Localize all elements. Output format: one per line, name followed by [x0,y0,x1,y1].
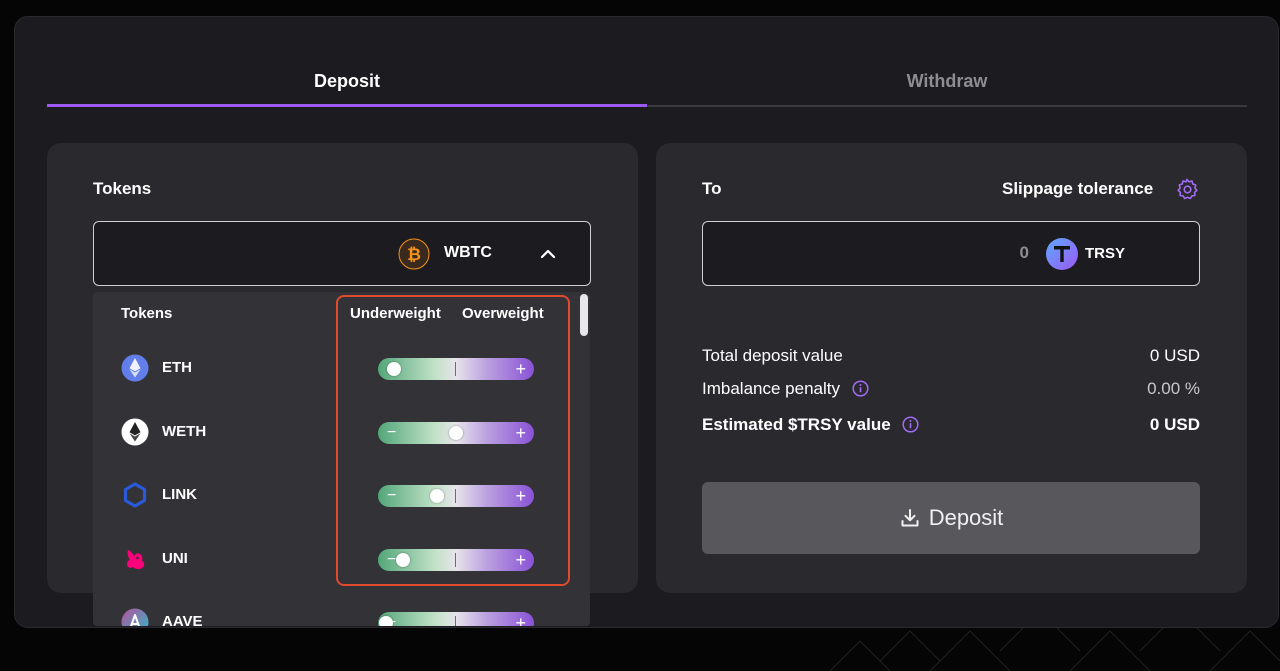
info-icon[interactable] [902,416,919,433]
imbalance-penalty-value: 0.00 % [1147,379,1200,398]
token-symbol: WETH [162,423,207,440]
tab-bar: Deposit Withdraw [47,67,1247,109]
download-icon [901,509,919,527]
ethereum-icon [121,354,149,382]
chevron-up-icon[interactable] [540,246,556,262]
token-row[interactable]: AAVE − + [93,602,590,626]
weth-icon [121,418,149,446]
uniswap-icon [127,550,145,570]
to-card: To Slippage tolerance 0 TRSY Total depos… [656,143,1247,593]
estimated-value-value: 0 USD [1149,415,1200,434]
dropdown-tokens-header: Tokens [121,305,173,322]
weight-controls-highlight [336,295,570,586]
to-amount-box[interactable]: 0 TRSY [702,221,1200,286]
deposit-button-label: Deposit [928,505,1004,530]
chainlink-icon [123,482,147,508]
tab-deposit[interactable]: Deposit [47,67,647,109]
slider-midpoint [455,616,456,626]
plus-icon[interactable]: + [515,614,526,626]
active-tab-indicator [47,104,647,107]
selected-token-symbol: WBTC [444,244,492,261]
total-deposit-label: Total deposit value [702,346,843,365]
trsy-icon [1046,238,1078,270]
token-symbol: LINK [162,486,197,503]
total-deposit-row: Total deposit value 0 USD [702,346,1200,366]
weight-slider[interactable]: − + [378,612,534,626]
info-icon[interactable] [852,380,869,397]
token-symbol: UNI [162,550,188,567]
token-selector[interactable]: ₿ WBTC [93,221,591,286]
to-token-symbol: TRSY [1085,245,1126,262]
token-symbol: ETH [162,359,192,376]
total-deposit-value: 0 USD [1149,346,1200,365]
slider-knob[interactable] [379,616,393,626]
estimated-value-row: Estimated $TRSY value 0 USD [702,415,1200,435]
to-label: To [702,179,722,198]
slippage-label: Slippage tolerance [1002,179,1154,198]
dropdown-scrollbar[interactable] [580,294,588,336]
gear-icon[interactable] [1175,177,1199,201]
token-symbol: AAVE [162,613,203,626]
svg-text:₿: ₿ [407,245,421,265]
tokens-label: Tokens [93,179,152,198]
tab-withdraw[interactable]: Withdraw [647,67,1247,109]
imbalance-penalty-label: Imbalance penalty [702,379,840,398]
bitcoin-icon: ₿ [398,238,430,270]
aave-icon [121,608,149,626]
token-dropdown: Tokens Underweight Overweight ETH + WETH… [93,292,590,626]
to-amount: 0 [1019,243,1029,262]
deposit-button[interactable]: Deposit [702,482,1200,554]
imbalance-penalty-row: Imbalance penalty 0.00 % [702,379,1200,399]
estimated-value-label: Estimated $TRSY value [702,415,891,434]
